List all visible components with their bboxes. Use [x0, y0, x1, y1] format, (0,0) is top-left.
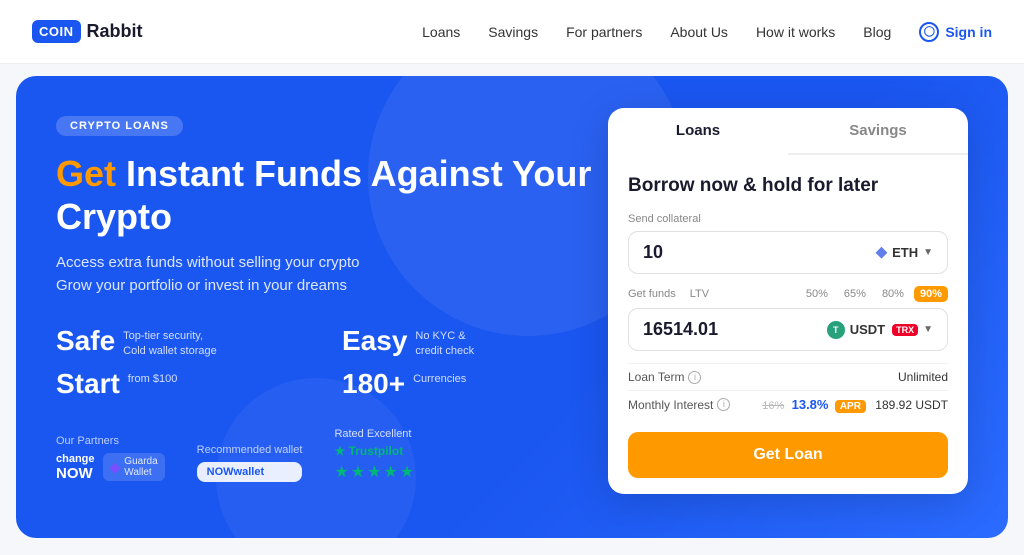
monthly-interest-label: Monthly Interest i: [628, 398, 730, 412]
subtitle-line2: Grow your portfolio or invest in your dr…: [56, 277, 347, 294]
hero-title: Get Instant Funds Against Your Crypto: [56, 152, 608, 238]
sign-in-icon: ◯: [919, 22, 939, 42]
loan-term-info-icon[interactable]: i: [688, 371, 701, 384]
monthly-interest-info-icon[interactable]: i: [717, 398, 730, 411]
loan-term-row: Loan Term i Unlimited: [628, 363, 948, 390]
nav-about-us[interactable]: About Us: [670, 24, 728, 40]
partners-label: Our Partners: [56, 435, 165, 447]
feature-start: Start from $100: [56, 368, 322, 400]
feature-currencies: 180+ Currencies: [342, 368, 608, 400]
ltv-80[interactable]: 80%: [876, 286, 910, 302]
card-heading: Borrow now & hold for later: [628, 175, 948, 197]
tab-loans[interactable]: Loans: [608, 108, 788, 153]
ltv-50[interactable]: 50%: [800, 286, 834, 302]
nav-savings[interactable]: Savings: [488, 24, 538, 40]
trx-badge: TRX: [892, 324, 918, 336]
logo: COIN Rabbit: [32, 20, 143, 43]
partners-group: Our Partners changeNOW ◆ GuardaWallet: [56, 435, 165, 482]
header: COIN Rabbit Loans Savings For partners A…: [0, 0, 1024, 64]
now-wallet-logo: NOWwallet: [197, 462, 303, 482]
collateral-currency-label: ETH: [892, 245, 918, 260]
interest-new-value: 13.8%: [792, 397, 829, 412]
funds-input-row[interactable]: 16514.01 T USDT TRX ▼: [628, 308, 948, 351]
trustpilot-brand: ★ Trustpilot: [334, 444, 416, 458]
loan-details: Loan Term i Unlimited Monthly Interest i…: [628, 363, 948, 418]
wallet-group: Recommended wallet NOWwallet: [197, 444, 303, 482]
hero-title-rest: Instant Funds Against Your Crypto: [56, 153, 591, 237]
collateral-value: 10: [643, 242, 876, 263]
trustpilot-section: Rated Excellent ★ Trustpilot ★★★★★: [334, 428, 416, 482]
feature-start-label: Start: [56, 368, 120, 400]
hero-left: CRYPTO LOANS Get Instant Funds Against Y…: [56, 108, 608, 506]
card-tabs: Loans Savings: [608, 108, 968, 155]
tab-savings[interactable]: Savings: [788, 108, 968, 153]
loan-term-label: Loan Term i: [628, 370, 701, 384]
funds-currency[interactable]: T USDT TRX ▼: [827, 321, 933, 339]
funds-label: Get funds: [628, 288, 676, 300]
ltv-90[interactable]: 90%: [914, 286, 948, 302]
ltv-65[interactable]: 65%: [838, 286, 872, 302]
feature-currencies-label: 180+: [342, 368, 405, 400]
features-grid: Safe Top-tier security,Cold wallet stora…: [56, 325, 608, 400]
nav: Loans Savings For partners About Us How …: [422, 22, 992, 42]
subtitle-line1: Access extra funds without selling your …: [56, 254, 359, 271]
interest-usdt-value: 189.92 USDT: [875, 398, 948, 412]
feature-safe-desc: Top-tier security,Cold wallet storage: [123, 325, 217, 358]
funds-chevron-icon: ▼: [923, 324, 933, 335]
collateral-label: Send collateral: [628, 213, 948, 225]
loan-card: Loans Savings Borrow now & hold for late…: [608, 108, 968, 506]
sign-in-button[interactable]: ◯ Sign in: [919, 22, 992, 42]
guarda-logo: ◆ GuardaWallet: [103, 453, 165, 481]
hero-section: CRYPTO LOANS Get Instant Funds Against Y…: [16, 76, 1008, 538]
monthly-interest-row: Monthly Interest i 16% 13.8% APR 189.92 …: [628, 390, 948, 418]
feature-start-desc: from $100: [128, 368, 178, 386]
feature-safe: Safe Top-tier security,Cold wallet stora…: [56, 325, 322, 358]
loan-term-value: Unlimited: [898, 370, 948, 384]
crypto-loans-badge: CRYPTO LOANS: [56, 116, 183, 136]
partner-logos: changeNOW ◆ GuardaWallet: [56, 453, 165, 482]
feature-easy: Easy No KYC &credit check: [342, 325, 608, 358]
feature-easy-label: Easy: [342, 325, 407, 357]
nav-blog[interactable]: Blog: [863, 24, 891, 40]
eth-icon: ⬥: [876, 244, 887, 262]
trustpilot-stars: ★★★★★: [334, 462, 416, 482]
partners-section: Our Partners changeNOW ◆ GuardaWallet Re…: [56, 428, 608, 482]
ltv-row: Get funds LTV 50% 65% 80% 90%: [628, 286, 948, 302]
nav-loans[interactable]: Loans: [422, 24, 460, 40]
nav-how-it-works[interactable]: How it works: [756, 24, 835, 40]
card-body: Borrow now & hold for later Send collate…: [608, 155, 968, 494]
logo-coin: COIN: [32, 20, 81, 43]
ltv-label-text: LTV: [690, 288, 709, 300]
sign-in-label: Sign in: [945, 24, 992, 40]
usdt-icon: T: [827, 321, 845, 339]
ltv-options: 50% 65% 80% 90%: [800, 286, 948, 302]
get-loan-button[interactable]: Get Loan: [628, 432, 948, 478]
trustpilot-label: Rated Excellent: [334, 428, 416, 440]
funds-value: 16514.01: [643, 319, 827, 340]
feature-safe-label: Safe: [56, 325, 115, 357]
feature-easy-desc: No KYC &credit check: [415, 325, 474, 358]
hero-subtitle: Access extra funds without selling your …: [56, 252, 608, 297]
hero-title-highlight: Get: [56, 153, 116, 194]
collateral-input-row[interactable]: 10 ⬥ ETH ▼: [628, 231, 948, 274]
funds-currency-label: USDT: [850, 322, 885, 337]
changenow-logo: changeNOW: [56, 453, 95, 482]
logo-rabbit: Rabbit: [87, 21, 143, 42]
collateral-currency[interactable]: ⬥ ETH ▼: [876, 244, 933, 262]
card-container: Loans Savings Borrow now & hold for late…: [608, 108, 968, 494]
nav-for-partners[interactable]: For partners: [566, 24, 642, 40]
chevron-down-icon: ▼: [923, 247, 933, 258]
wallet-label: Recommended wallet: [197, 444, 303, 456]
feature-currencies-desc: Currencies: [413, 368, 466, 386]
interest-old-value: 16%: [762, 400, 784, 412]
monthly-interest-value: 16% 13.8% APR 189.92 USDT: [762, 397, 948, 412]
apr-badge: APR: [835, 400, 866, 413]
